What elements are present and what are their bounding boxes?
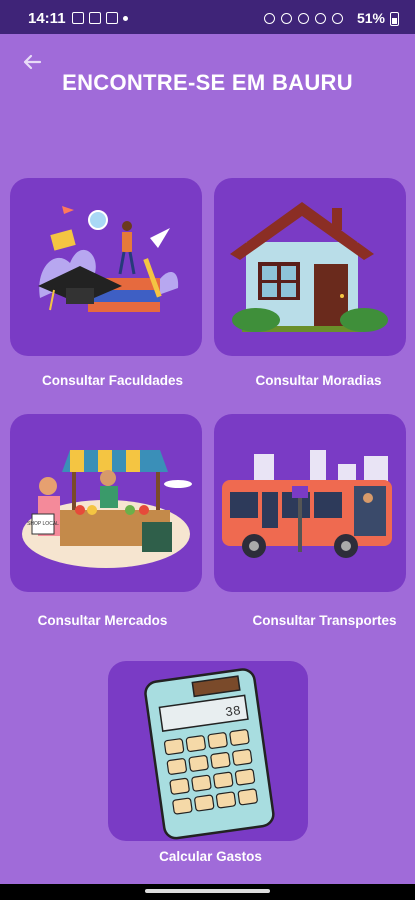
page-title: ENCONTRE-SE EM BAURU xyxy=(62,70,353,95)
graduation-illustration-icon xyxy=(38,206,179,312)
clock-icon xyxy=(281,13,292,24)
notification-icons xyxy=(72,12,128,24)
wifi-icon xyxy=(315,13,326,24)
card-mercados[interactable]: SHOP LOCAL xyxy=(10,414,202,592)
status-time: 14:11 xyxy=(28,10,66,27)
battery-icon xyxy=(390,12,399,26)
card-mercados-label[interactable]: Consultar Mercados xyxy=(0,613,205,628)
battery-percent: 51% xyxy=(356,10,385,26)
gallery-icon xyxy=(72,12,84,24)
card-faculdades[interactable] xyxy=(10,178,202,356)
home-indicator[interactable] xyxy=(145,889,270,893)
card-calcular-gastos-label[interactable]: Calcular Gastos xyxy=(108,849,313,864)
system-icons xyxy=(264,13,343,24)
app-icon xyxy=(106,12,118,24)
card-calcular-gastos[interactable]: 38 xyxy=(108,661,308,841)
calculator-illustration-icon: 38 xyxy=(144,668,275,840)
signal-icon xyxy=(332,13,343,24)
card-transportes-label[interactable]: Consultar Transportes xyxy=(222,613,415,628)
alarm-icon xyxy=(264,13,275,24)
more-notifications-icon xyxy=(123,16,128,21)
status-bar: 14:11 51% xyxy=(0,0,415,34)
calculator-display: 38 xyxy=(224,703,242,720)
sync-icon xyxy=(89,12,101,24)
mute-icon xyxy=(298,13,309,24)
market-sign-text: SHOP LOCAL xyxy=(27,521,59,527)
gesture-nav-bar xyxy=(0,884,415,900)
card-faculdades-label[interactable]: Consultar Faculdades xyxy=(10,373,215,388)
bus-illustration-icon xyxy=(222,450,392,558)
house-illustration-icon xyxy=(230,202,388,332)
card-transportes[interactable] xyxy=(214,414,406,592)
card-moradias[interactable] xyxy=(214,178,406,356)
card-moradias-label[interactable]: Consultar Moradias xyxy=(216,373,415,388)
market-illustration-icon: SHOP LOCAL xyxy=(22,450,192,568)
